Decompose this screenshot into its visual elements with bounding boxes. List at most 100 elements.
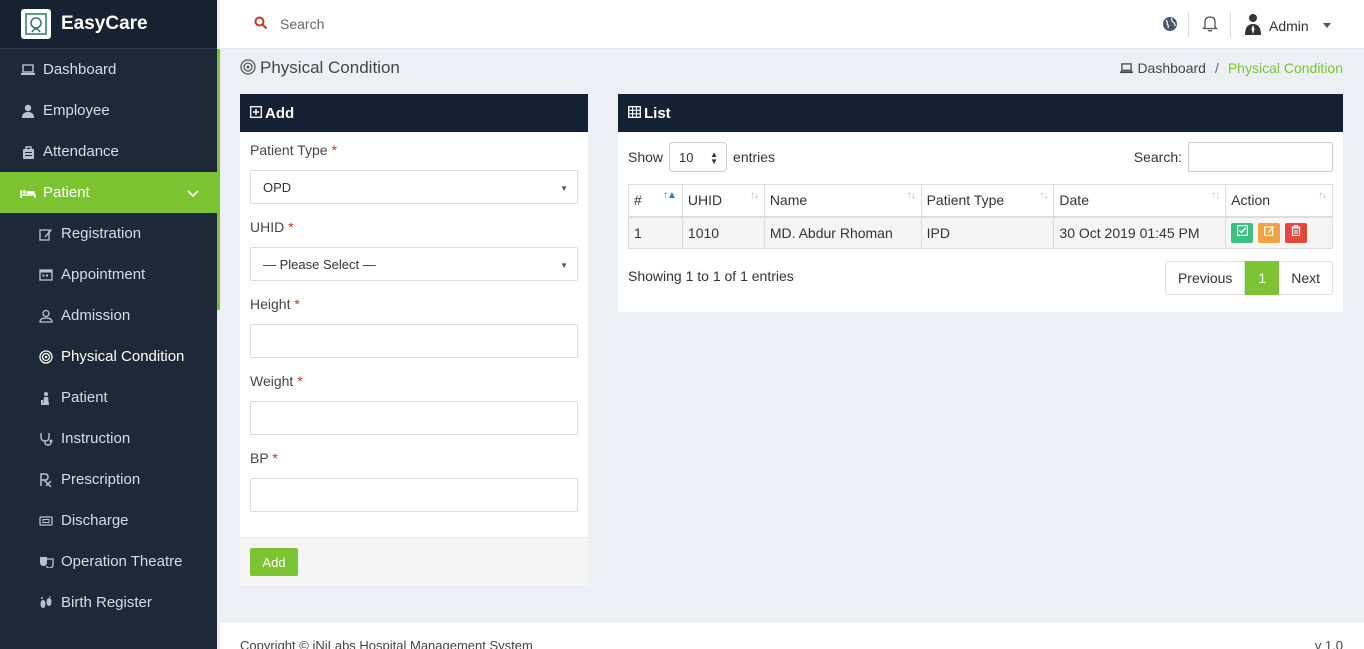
sidebar-item-prescription[interactable]: Prescription <box>0 459 217 500</box>
sidebar-item-employee[interactable]: Employee <box>0 90 217 131</box>
topbar-divider <box>1230 12 1231 38</box>
column-header-patient-type[interactable]: Patient Type ↑↓ <box>920 184 1055 218</box>
bp-input[interactable] <box>250 478 578 512</box>
bell-icon[interactable] <box>1201 15 1219 35</box>
laptop-icon <box>20 62 36 78</box>
sidebar-item-instruction[interactable]: Instruction <box>0 418 217 459</box>
sidebar-item-label: Discharge <box>61 512 129 529</box>
sidebar-item-appointment[interactable]: Appointment <box>0 254 217 295</box>
topbar-divider <box>1188 12 1189 38</box>
column-header-name[interactable]: Name ↑↓ <box>763 184 922 218</box>
cell-actions <box>1225 216 1333 249</box>
uhid-select[interactable]: — Please Select — ▼ <box>250 247 578 281</box>
sidebar-item-registration[interactable]: Registration <box>0 213 217 254</box>
table-row: 1 1010 MD. Abdur Rhoman IPD 30 Oct 2019 … <box>628 216 1333 249</box>
pagination-previous[interactable]: Previous <box>1164 261 1246 295</box>
plus-square-icon <box>250 105 265 122</box>
sidebar-item-attendance[interactable]: Attendance <box>0 131 217 172</box>
physical-condition-table: # ↑▲ UHID ↑↓ Name ↑↓ Patient Type ↑↓ Date ↑↓ … <box>628 184 1333 249</box>
patient-type-select[interactable]: OPD ▼ <box>250 170 578 204</box>
uhid-label: UHID * <box>250 219 294 235</box>
calendar-icon <box>38 267 54 283</box>
table-search-input[interactable] <box>1188 142 1333 172</box>
view-button[interactable] <box>1231 222 1254 243</box>
breadcrumb-separator: / <box>1214 60 1219 76</box>
ticket-icon <box>38 513 54 529</box>
user-name: Admin <box>1269 17 1309 34</box>
uhid-value: — Please Select — <box>263 256 376 272</box>
column-header-number[interactable]: # ↑▲ <box>628 184 683 218</box>
sidebar-item-label: Admission <box>61 307 131 324</box>
patient-type-label: Patient Type * <box>250 142 337 158</box>
sidebar-item-admission[interactable]: Admission <box>0 295 217 336</box>
list-panel-title: List <box>644 104 671 122</box>
add-panel: Add Patient Type * OPD ▼ UHID * — Please… <box>240 94 588 586</box>
sidebar-item-label: Birth Register <box>61 594 152 611</box>
sort-icon: ↑↓ <box>1318 190 1327 201</box>
cell-name: MD. Abdur Rhoman <box>763 216 922 249</box>
footprint-icon <box>38 595 54 611</box>
sidebar-item-birth-register[interactable]: Birth Register <box>0 582 217 623</box>
user-menu[interactable]: Admin <box>1244 13 1331 38</box>
column-header-action[interactable]: Action ↑↓ <box>1225 184 1333 218</box>
sidebar-item-label: Registration <box>61 225 142 242</box>
breadcrumb-home-label: Dashboard <box>1137 60 1206 76</box>
add-button[interactable]: Add <box>250 548 298 576</box>
add-form-footer: Add <box>240 537 588 586</box>
height-input[interactable] <box>250 324 578 358</box>
cell-number: 1 <box>628 216 683 249</box>
weight-group: Weight * <box>250 373 578 450</box>
entries-length-select[interactable]: 10 ▲ ▼ <box>669 142 728 172</box>
sort-icon: ↑↓ <box>1039 190 1048 201</box>
brand[interactable]: EasyCare <box>0 0 217 49</box>
sort-icon: ↑↓ <box>749 190 759 201</box>
updown-arrow-icon: ▲ ▼ <box>710 150 719 166</box>
patient-type-group: Patient Type * OPD ▼ <box>250 142 578 219</box>
sidebar-item-patient[interactable]: Patient <box>0 172 217 213</box>
sidebar-item-label: Employee <box>43 102 110 119</box>
globe-icon[interactable] <box>1162 16 1178 35</box>
table-footer: Showing 1 to 1 of 1 entries Previous 1 N… <box>628 261 1333 307</box>
add-panel-title: Add <box>265 104 295 122</box>
sidebar-item-label: Prescription <box>61 471 141 488</box>
table-search-label: Search: <box>1133 149 1182 165</box>
page-footer: Copyright © iNiLabs Hospital Management … <box>220 621 1364 649</box>
sidebar-item-discharge[interactable]: Discharge <box>0 500 217 541</box>
copyright-text: Copyright © iNiLabs Hospital Management … <box>240 638 533 649</box>
table-search: Search: <box>1134 142 1333 172</box>
list-panel-header: List <box>618 94 1343 132</box>
pagination-next[interactable]: Next <box>1279 261 1333 295</box>
bp-group: BP * <box>250 450 578 527</box>
patient-type-value: OPD <box>263 179 292 195</box>
cell-uhid: 1010 <box>681 216 765 249</box>
avatar <box>1244 13 1262 38</box>
laptop-icon <box>1120 62 1134 74</box>
theatre-icon <box>38 554 54 570</box>
sidebar-item-patient-sub[interactable]: Patient <box>0 377 217 418</box>
sidebar: EasyCare Dashboard Employee Attendance P… <box>0 0 217 649</box>
sidebar-nav: Dashboard Employee Attendance Patient Re… <box>0 49 217 623</box>
breadcrumb: Dashboard / Physical Condition <box>1120 60 1343 76</box>
version-text: v 1.0 <box>1314 638 1343 649</box>
user-icon <box>20 103 36 119</box>
column-header-uhid[interactable]: UHID ↑↓ <box>681 184 765 218</box>
edit-button[interactable] <box>1258 222 1280 243</box>
pagination-page-1[interactable]: 1 <box>1245 261 1280 295</box>
search-input[interactable] <box>280 13 580 35</box>
sidebar-item-physical-condition[interactable]: Physical Condition <box>0 336 217 377</box>
rx-icon <box>38 472 54 488</box>
height-group: Height * <box>250 296 578 373</box>
sort-asc-icon: ↑▲ <box>663 190 677 201</box>
user-check-icon <box>38 308 54 324</box>
bed-icon <box>20 185 36 201</box>
breadcrumb-current: Physical Condition <box>1227 60 1343 76</box>
delete-button[interactable] <box>1284 222 1307 243</box>
weight-input[interactable] <box>250 401 578 435</box>
caret-down-icon <box>1322 23 1331 28</box>
sidebar-item-dashboard[interactable]: Dashboard <box>0 49 217 90</box>
column-header-date[interactable]: Date ↑↓ <box>1053 184 1227 218</box>
sidebar-item-operation-theatre[interactable]: Operation Theatre <box>0 541 217 582</box>
page-header: Physical Condition <box>240 58 400 78</box>
breadcrumb-home-link[interactable]: Dashboard <box>1120 60 1206 76</box>
weight-label: Weight * <box>250 373 303 389</box>
